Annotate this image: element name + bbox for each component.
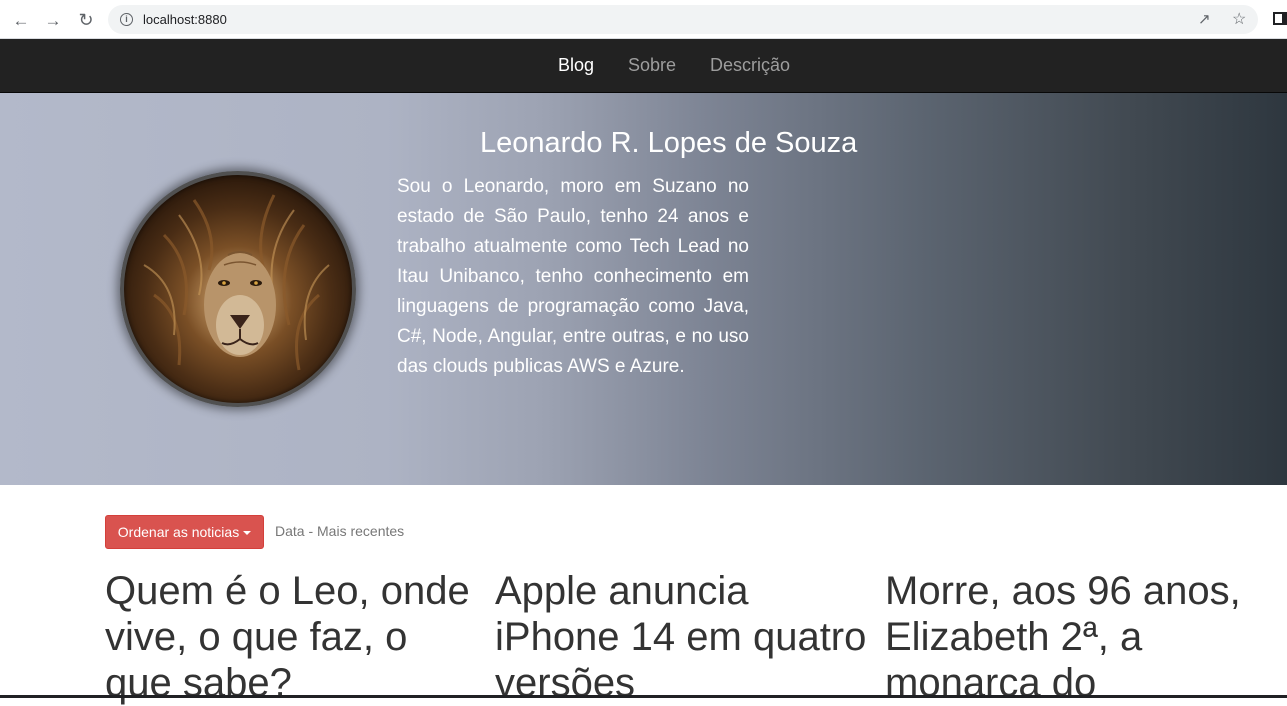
hero-name: Leonardo R. Lopes de Souza <box>480 127 858 159</box>
side-panel-icon[interactable] <box>1273 12 1287 25</box>
post-title[interactable]: Quem é o Leo, onde vive, o que faz, o qu… <box>105 568 485 706</box>
post-title[interactable]: Apple anuncia iPhone 14 em quatro versõe… <box>495 568 875 706</box>
nav-link-blog[interactable]: Blog <box>558 55 594 76</box>
lion-avatar-image <box>120 171 356 407</box>
nav-link-sobre[interactable]: Sobre <box>628 55 676 76</box>
share-icon[interactable]: ↗ <box>1198 10 1211 28</box>
sort-button-label: Ordenar as noticias <box>117 524 240 540</box>
sort-dropdown-button[interactable]: Ordenar as noticias <box>105 515 264 549</box>
hero-bio: Sou o Leonardo, moro em Suzano no estado… <box>397 176 749 377</box>
hero-banner: Leonardo R. Lopes de Souza Sou o Leonard… <box>0 93 1287 485</box>
url-text[interactable]: localhost:8880 <box>143 12 227 27</box>
info-icon[interactable]: i <box>120 13 133 26</box>
browser-toolbar: ← → ↻ i localhost:8880 ↗ ☆ <box>0 0 1287 39</box>
nav-link-descricao[interactable]: Descrição <box>710 55 790 76</box>
arrow-left-icon[interactable]: ← <box>10 9 32 31</box>
arrow-right-icon[interactable]: → <box>42 9 64 31</box>
reload-icon[interactable]: ↻ <box>75 9 97 31</box>
star-icon[interactable]: ☆ <box>1232 9 1246 29</box>
address-bar[interactable]: i localhost:8880 ↗ ☆ <box>108 5 1258 34</box>
post-title[interactable]: Morre, aos 96 anos, Elizabeth 2ª, a mona… <box>885 568 1265 706</box>
site-navbar: Blog Sobre Descrição <box>0 39 1287 93</box>
caret-down-icon <box>243 531 252 535</box>
sort-current-label: Data - Mais recentes <box>275 523 405 539</box>
